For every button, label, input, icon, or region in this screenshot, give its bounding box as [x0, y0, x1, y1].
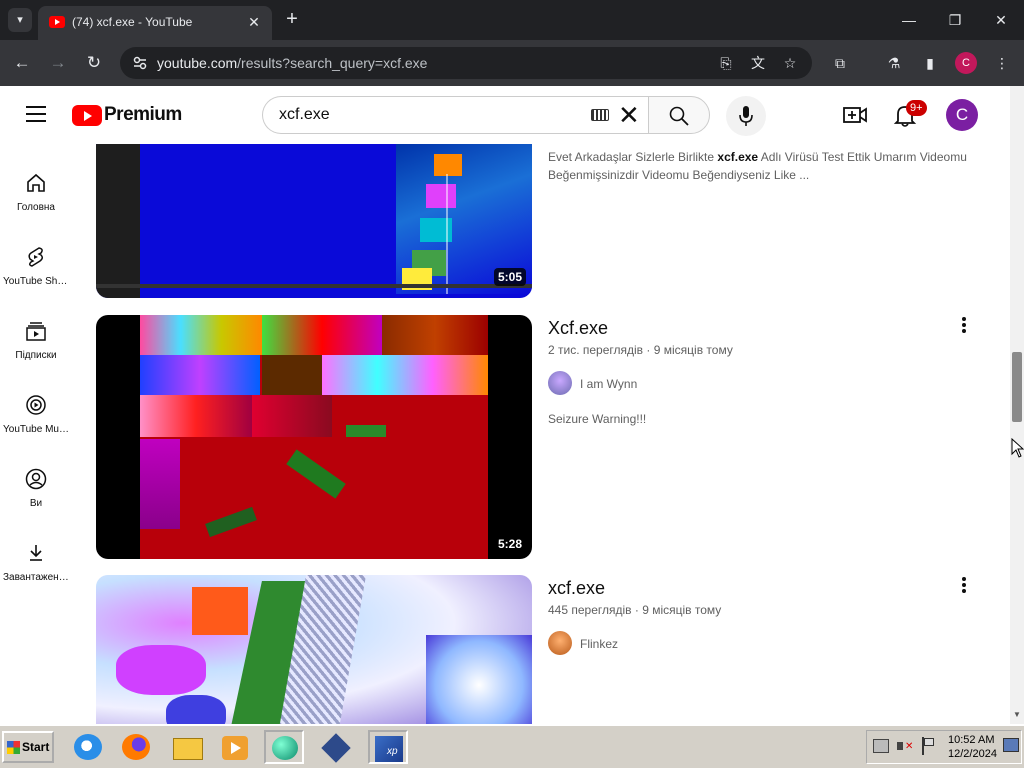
voice-search-button[interactable] — [726, 96, 766, 136]
virtualbox-icon[interactable] — [316, 730, 356, 764]
video-duration: 5:28 — [493, 535, 526, 553]
subscriptions-icon — [26, 322, 46, 341]
page-scrollbar[interactable]: ▼ — [1010, 86, 1024, 724]
tab-search-button[interactable]: ▾ — [8, 8, 32, 32]
internet-explorer-icon[interactable] — [68, 730, 108, 764]
url-text: youtube.com/results?search_query=xcf.exe — [157, 55, 428, 71]
translate-icon[interactable]: 文 — [746, 51, 770, 75]
back-button[interactable]: ← — [10, 51, 34, 75]
sidebar-item-label: Ви — [29, 498, 43, 509]
media-player-icon[interactable] — [216, 730, 256, 764]
more-actions-icon[interactable] — [954, 313, 974, 337]
more-actions-icon[interactable] — [954, 573, 974, 597]
sidebar-item-music[interactable]: YouTube Music — [0, 374, 72, 438]
chrome-menu-icon[interactable]: ⋮ — [990, 51, 1014, 75]
video-metadata: 2 тис. переглядів · 9 місяців тому — [548, 343, 733, 357]
system-tray: ✕ — [866, 730, 1022, 764]
music-icon — [26, 395, 46, 415]
youtube-header: Premium xcf.exe ✕ 9+ C — [0, 86, 1010, 144]
youtube-logo-icon[interactable] — [72, 105, 102, 126]
start-label: Start — [22, 740, 50, 754]
tab-title: (74) xcf.exe - YouTube — [72, 15, 193, 29]
video-duration: 5:05 — [493, 268, 526, 286]
active-app-icon[interactable] — [264, 730, 304, 764]
clock-time[interactable]: 10:52 AM — [948, 734, 994, 746]
download-icon — [30, 545, 42, 561]
sidebar-item-label: Головна — [17, 202, 55, 213]
install-app-icon[interactable]: ⎘ — [714, 51, 738, 75]
search-input[interactable]: xcf.exe ✕ — [262, 96, 648, 134]
mouse-cursor-icon — [1011, 438, 1024, 458]
search-icon — [669, 106, 689, 126]
extensions-icon[interactable]: ⧉ — [828, 51, 852, 75]
channel-name[interactable]: Flinkez — [580, 637, 618, 651]
profile-avatar[interactable]: C — [955, 52, 977, 74]
sidebar-item-home[interactable]: Головна — [0, 152, 72, 216]
restore-button[interactable]: ❐ — [940, 8, 970, 32]
search-button[interactable] — [648, 96, 710, 134]
sidebar-item-label: Завантаження — [3, 572, 70, 583]
clock-date[interactable]: 12/2/2024 — [948, 748, 997, 760]
new-tab-button[interactable]: + — [280, 8, 304, 32]
browser-tab[interactable]: (74) xcf.exe - YouTube ✕ — [38, 6, 272, 40]
browser-tab-bar: ▾ (74) xcf.exe - YouTube ✕ + — ❐ ✕ — [0, 0, 1024, 40]
sidebar-item-label: Підписки — [15, 350, 57, 361]
action-center-flag-icon[interactable] — [921, 737, 935, 755]
bookmark-star-icon[interactable]: ☆ — [778, 51, 802, 75]
scroll-down-arrow-icon[interactable]: ▼ — [1013, 710, 1021, 719]
video-thumbnail[interactable]: 5:05 — [96, 144, 532, 298]
channel-avatar[interactable] — [548, 631, 572, 655]
video-title[interactable]: xcf.exe — [548, 578, 605, 599]
sidebar-item-shorts[interactable]: YouTube Shorts — [0, 226, 72, 290]
channel-avatar[interactable] — [548, 371, 572, 395]
sidebar-item-label: YouTube Music — [3, 424, 72, 435]
video-description: Seizure Warning!!! — [548, 412, 647, 426]
sidebar-item-subscriptions[interactable]: Підписки — [0, 300, 72, 364]
shorts-icon — [28, 247, 44, 267]
labs-icon[interactable]: ⚗ — [882, 51, 906, 75]
side-panel-icon[interactable]: ▮ — [918, 51, 942, 75]
search-results: 5:05 Evet Arkadaşlar Sizlerle Birlikte x… — [72, 144, 1010, 724]
you-icon — [25, 468, 47, 490]
firefox-icon[interactable] — [116, 730, 156, 764]
channel-name[interactable]: I am Wynn — [580, 377, 637, 391]
video-thumbnail[interactable] — [96, 575, 532, 724]
show-desktop-icon[interactable] — [1003, 738, 1019, 752]
sidebar-item-label: YouTube Shorts — [3, 276, 72, 287]
video-thumbnail[interactable]: 5:28 — [96, 315, 532, 559]
menu-icon[interactable] — [26, 106, 46, 122]
reload-button[interactable]: ↻ — [82, 51, 106, 75]
notification-count-badge: 9+ — [906, 100, 927, 116]
video-title[interactable]: Xcf.exe — [548, 318, 608, 339]
file-explorer-icon[interactable] — [168, 730, 208, 764]
minimize-button[interactable]: — — [894, 8, 924, 32]
address-bar[interactable]: youtube.com/results?search_query=xcf.exe… — [120, 47, 812, 79]
clear-search-icon[interactable]: ✕ — [618, 101, 640, 129]
site-info-icon[interactable] — [132, 55, 148, 71]
windows-xp-mode-icon[interactable]: xp — [368, 730, 408, 764]
search-input-value: xcf.exe — [279, 106, 330, 123]
video-metadata: 445 переглядів · 9 місяців тому — [548, 603, 722, 617]
browser-toolbar: ← → ↻ youtube.com/results?search_query=x… — [0, 40, 1024, 86]
window-close-button[interactable]: ✕ — [986, 8, 1016, 32]
video-description: Evet Arkadaşlar Sizlerle Birlikte xcf.ex… — [548, 150, 967, 182]
home-icon — [27, 173, 45, 192]
start-button[interactable]: Start — [2, 731, 54, 763]
mini-guide-sidebar: Головна YouTube Shorts Підписки YouTube … — [0, 144, 72, 724]
windows-logo-icon — [7, 741, 20, 754]
account-avatar[interactable]: C — [946, 99, 978, 131]
create-video-icon[interactable] — [842, 102, 868, 128]
scrollbar-thumb[interactable] — [1012, 352, 1022, 422]
network-icon[interactable] — [873, 739, 889, 753]
microphone-icon — [739, 106, 753, 126]
sidebar-item-you[interactable]: Ви — [0, 448, 72, 512]
tab-close-icon[interactable]: ✕ — [244, 12, 264, 32]
sidebar-item-downloads[interactable]: Завантаження — [0, 522, 72, 586]
forward-button[interactable]: → — [46, 51, 70, 75]
keyboard-icon[interactable] — [591, 109, 609, 121]
windows-taskbar: Start xp ✕ 10:52 AM 12/2/2024 — [0, 724, 1024, 768]
volume-muted-icon[interactable]: ✕ — [897, 738, 913, 754]
youtube-favicon-icon — [49, 16, 65, 28]
youtube-premium-brand[interactable]: Premium — [104, 104, 182, 126]
